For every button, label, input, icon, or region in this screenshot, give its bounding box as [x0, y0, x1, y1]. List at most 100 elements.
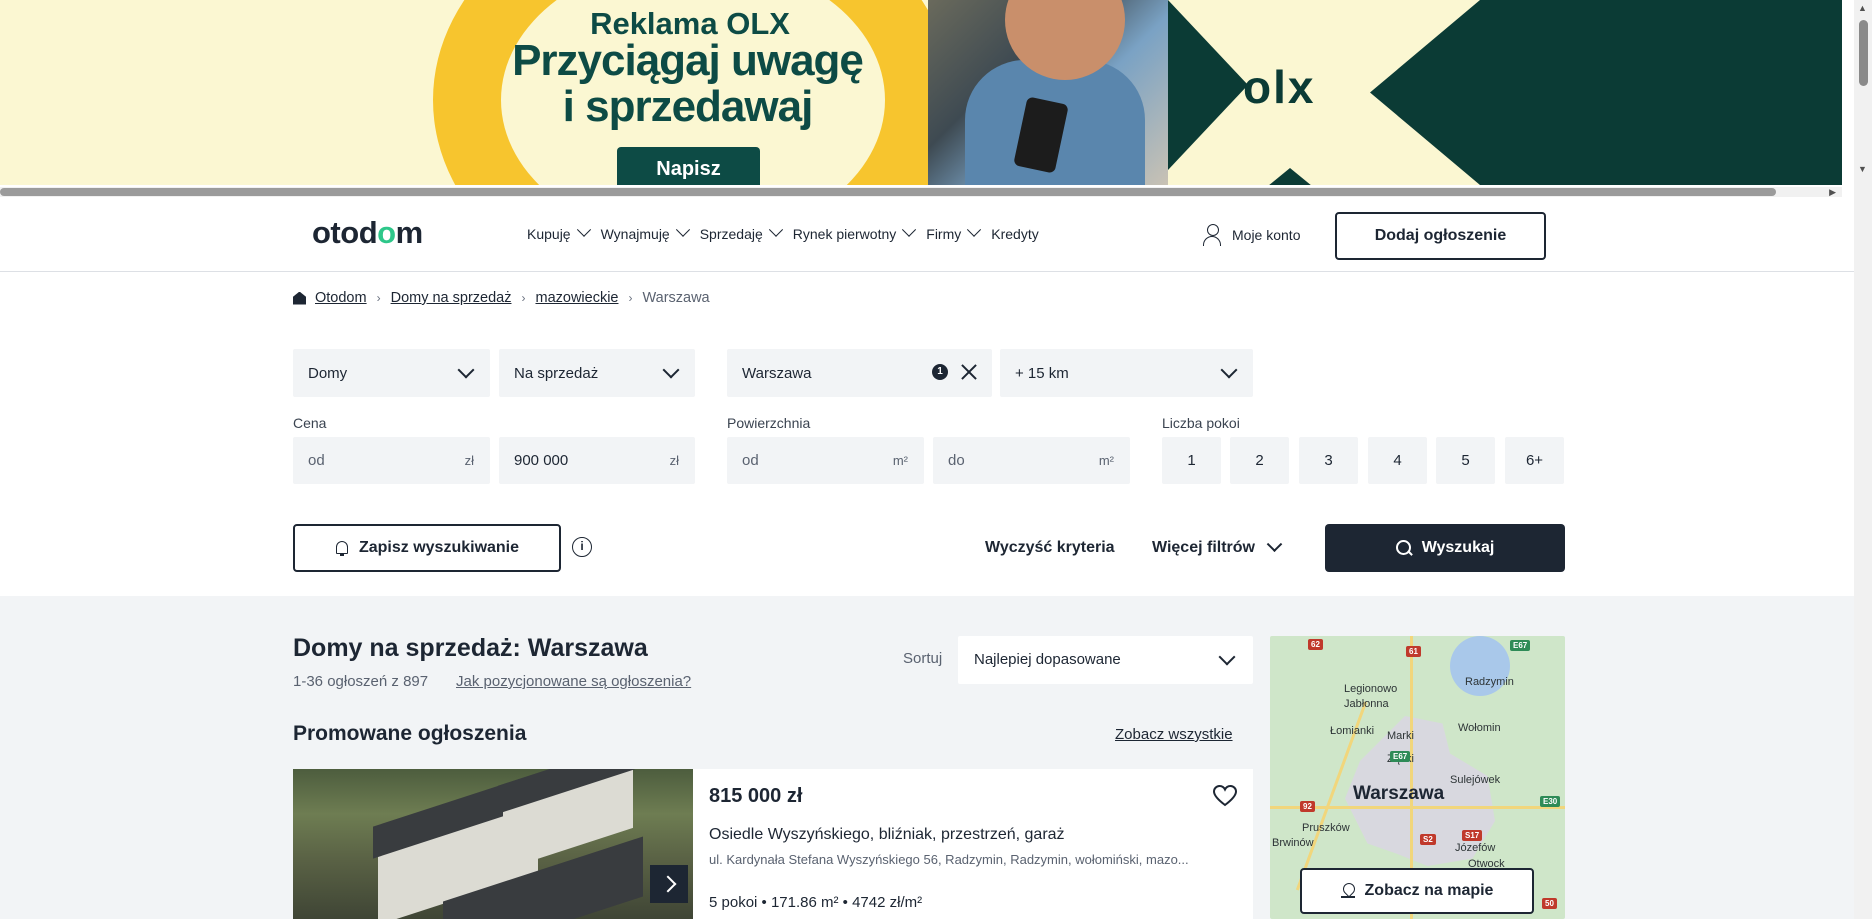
rooms-option-2[interactable]: 2 [1230, 437, 1289, 484]
chevron-down-icon [576, 222, 591, 237]
chevron-down-icon [1266, 535, 1283, 552]
results-title: Domy na sprzedaż: Warszawa [293, 634, 648, 662]
map-label: Pruszków [1302, 822, 1350, 834]
search-label: Wyszukaj [1421, 539, 1495, 556]
clear-criteria-button[interactable]: Wyczyść kryteria [985, 539, 1115, 557]
chevron-down-icon [1218, 648, 1236, 666]
nav-kredyty[interactable]: Kredyty [991, 226, 1038, 242]
listing-params: 5 pokoi • 171.86 m² • 4742 zł/m² [709, 894, 923, 911]
chevron-down-icon [675, 222, 690, 237]
scroll-down-icon[interactable]: ▼ [1858, 164, 1867, 174]
nav-label: Rynek pierwotny [792, 226, 897, 242]
listing-price: 815 000 zł [709, 785, 803, 807]
road-shield: 61 [1406, 646, 1421, 657]
area-to-placeholder: do [948, 452, 965, 469]
location-input[interactable]: Warszawa 1 [727, 349, 992, 397]
nav-rynek-pierwotny[interactable]: Rynek pierwotny [792, 222, 917, 242]
chevron-down-icon [457, 361, 475, 379]
rooms-option-6-plus[interactable]: 6+ [1505, 437, 1564, 484]
map-label: Legionowo [1344, 683, 1398, 695]
chevron-down-icon [967, 222, 982, 237]
home-icon [293, 291, 306, 305]
account-label: Moje konto [1232, 227, 1301, 243]
area-unit: m² [1098, 453, 1114, 468]
banner-triangle [1268, 168, 1312, 185]
area-from-placeholder: od [742, 452, 759, 469]
heart-icon[interactable] [1213, 785, 1237, 807]
my-account-link[interactable]: Moje konto [1202, 224, 1300, 246]
horizontal-scrollbar[interactable]: ▶ [0, 187, 1842, 197]
nav-label: Firmy [926, 226, 962, 242]
see-all-link[interactable]: Zobacz wszystkie [1115, 726, 1233, 743]
listing-title[interactable]: Osiedle Wyszyńskiego, bliźniak, przestrz… [709, 826, 1065, 844]
currency-unit: zł [669, 453, 679, 468]
sort-label: Sortuj [903, 650, 943, 667]
results-count: 1-36 ogłoszeń z 897 [293, 673, 429, 690]
price-to-input[interactable]: 900 000 zł [499, 437, 695, 484]
road-shield: 62 [1308, 639, 1323, 650]
map-label: Łomianki [1330, 725, 1375, 737]
show-on-map-label: Zobacz na mapie [1364, 882, 1494, 899]
distance-select[interactable]: + 15 km [1000, 349, 1253, 397]
map-label: Wołomin [1458, 722, 1501, 734]
road-shield: E67 [1390, 751, 1411, 762]
map-label: Jabłonna [1344, 698, 1389, 710]
location-count-badge: 1 [932, 364, 948, 380]
sort-select[interactable]: Najlepiej dopasowane [958, 636, 1253, 684]
nav-label: Kredyty [991, 226, 1039, 242]
rooms-option-4[interactable]: 4 [1368, 437, 1427, 484]
scrollbar-thumb[interactable] [0, 188, 1776, 196]
road-shield: 92 [1300, 801, 1315, 812]
search-icon [1395, 540, 1412, 556]
area-label: Powierzchnia [727, 415, 811, 431]
area-to-input[interactable]: do m² [933, 437, 1130, 484]
rooms-option-1[interactable]: 1 [1162, 437, 1221, 484]
breadcrumb-link-region[interactable]: mazowieckie [535, 290, 618, 306]
map-pin-icon [1340, 883, 1355, 899]
map-label: Brwinów [1272, 837, 1314, 849]
map-preview[interactable]: Legionowo Jabłonna Radzymin Łomianki Mar… [1270, 636, 1565, 919]
more-filters-button[interactable]: Więcej filtrów [1152, 535, 1283, 557]
save-search-label: Zapisz wyszukiwanie [358, 539, 520, 556]
map-label: Sulejówek [1450, 774, 1501, 786]
price-from-input[interactable]: od zł [293, 437, 490, 484]
nav-firmy[interactable]: Firmy [926, 222, 982, 242]
ad-banner[interactable]: Reklama OLX Przyciągaj uwagę i sprzedawa… [0, 0, 1842, 185]
vertical-scrollbar[interactable]: ▲ ▼ [1854, 0, 1872, 919]
nav-label: Sprzedaję [699, 226, 763, 242]
chevron-down-icon [662, 361, 680, 379]
ranking-info-link[interactable]: Jak pozycjonowane są ogłoszenia? [456, 673, 691, 690]
listing-card[interactable]: 815 000 zł Osiedle Wyszyńskiego, bliźnia… [293, 769, 1253, 919]
rooms-label: Liczba pokoi [1162, 415, 1240, 431]
save-search-button[interactable]: Zapisz wyszukiwanie [293, 524, 561, 572]
rooms-option-3[interactable]: 3 [1299, 437, 1358, 484]
chevron-right-icon: › [376, 291, 381, 305]
map-label: Radzymin [1465, 676, 1514, 688]
nav-kupuje[interactable]: Kupuję [527, 222, 591, 242]
otodom-logo[interactable]: otodom [312, 215, 423, 251]
scrollbar-thumb[interactable] [1859, 20, 1868, 86]
nav-wynajmuje[interactable]: Wynajmuję [601, 222, 690, 242]
breadcrumb-link-domy[interactable]: Domy na sprzedaż [391, 290, 512, 306]
scroll-right-icon[interactable]: ▶ [1829, 187, 1836, 198]
show-on-map-button[interactable]: Zobacz na mapie [1300, 868, 1534, 914]
scroll-up-icon[interactable]: ▲ [1858, 3, 1867, 13]
property-type-select[interactable]: Domy [293, 349, 490, 397]
next-photo-button[interactable] [650, 865, 688, 903]
rooms-option-5[interactable]: 5 [1436, 437, 1495, 484]
user-icon [1202, 224, 1222, 246]
search-button[interactable]: Wyszukaj [1325, 524, 1565, 572]
add-listing-button[interactable]: Dodaj ogłoszenie [1335, 212, 1546, 260]
banner-cta-button[interactable]: Napisz [617, 147, 760, 185]
info-icon[interactable]: i [572, 537, 592, 557]
transaction-type-select[interactable]: Na sprzedaż [499, 349, 695, 397]
area-from-input[interactable]: od m² [727, 437, 924, 484]
nav-sprzedaje[interactable]: Sprzedaję [699, 222, 783, 242]
listing-photo[interactable] [293, 769, 693, 919]
promoted-title: Promowane ogłoszenia [293, 722, 527, 745]
breadcrumb-current: Warszawa [642, 290, 710, 306]
road-shield: S2 [1420, 834, 1436, 845]
close-icon[interactable] [960, 363, 978, 381]
breadcrumb-link-otodom[interactable]: Otodom [315, 290, 367, 306]
price-from-placeholder: od [308, 452, 325, 469]
